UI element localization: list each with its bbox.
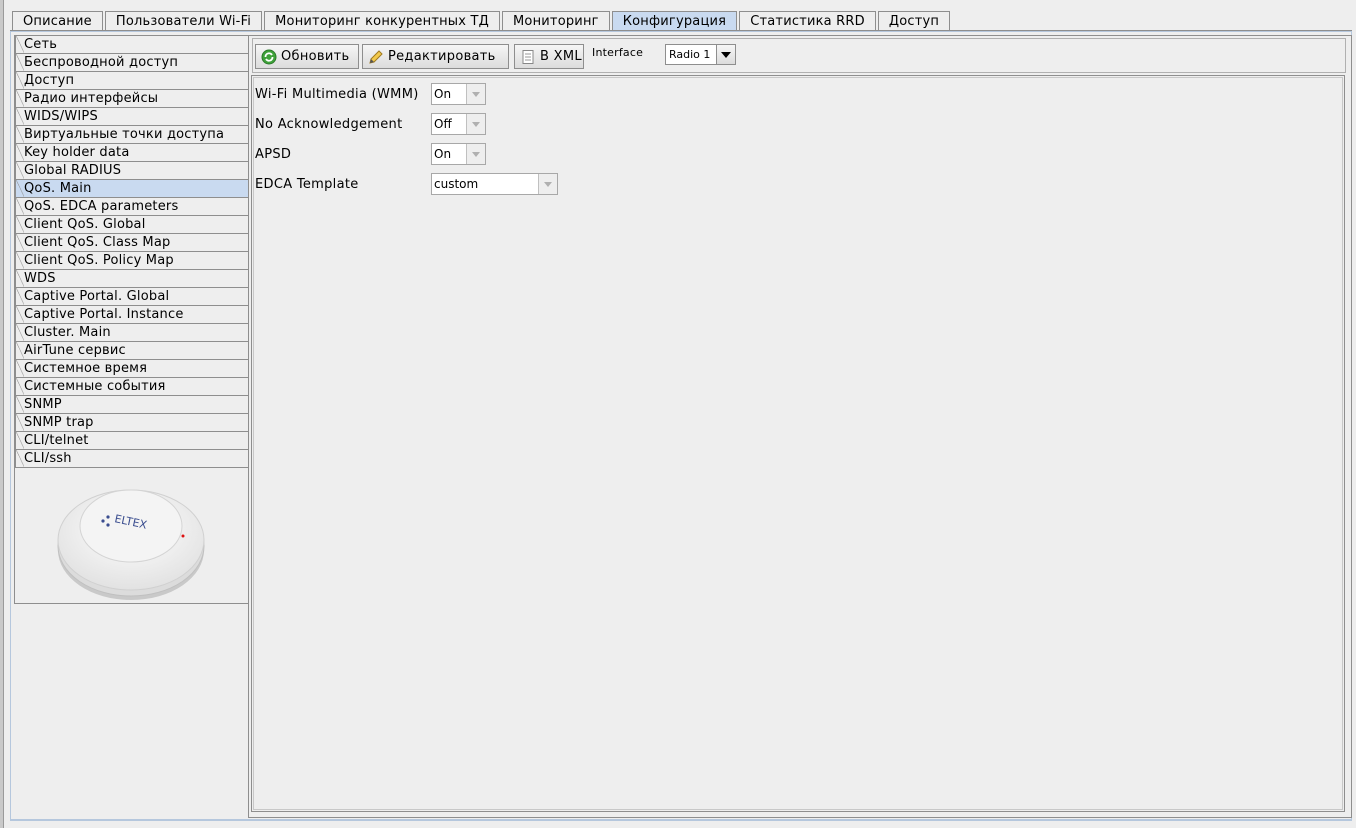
edit-button[interactable]: Редактировать (362, 44, 509, 69)
apsd-row: APSD On (255, 143, 486, 165)
sidebar-item-network[interactable]: Сеть (15, 36, 248, 54)
pencil-icon (368, 49, 384, 65)
apsd-select-value: On (432, 144, 467, 164)
wmm-row: Wi-Fi Multimedia (WMM) On (255, 83, 486, 105)
sidebar-item-snmp-trap[interactable]: SNMP trap (15, 414, 248, 432)
edca-template-select-value: custom (432, 174, 539, 194)
sidebar-item-captive-portal-global[interactable]: Captive Portal. Global (15, 288, 248, 306)
chevron-down-icon[interactable] (467, 144, 485, 164)
sidebar-item-qos-main[interactable]: QoS. Main (15, 180, 248, 198)
edit-button-label: Редактировать (388, 49, 496, 64)
chevron-down-icon[interactable] (467, 84, 485, 104)
sidebar-item-access[interactable]: Доступ (15, 72, 248, 90)
sidebar-item-system-time[interactable]: Системное время (15, 360, 248, 378)
sidebar-item-system-events[interactable]: Системные события (15, 378, 248, 396)
wmm-select-value: On (432, 84, 467, 104)
tab-wifi-users[interactable]: Пользователи Wi-Fi (104, 11, 263, 30)
sidebar-item-key-holder-data[interactable]: Key holder data (15, 144, 248, 162)
sidebar-item-wireless-access[interactable]: Беспроводной доступ (15, 54, 248, 72)
sidebar-item-captive-portal-instance[interactable]: Captive Portal. Instance (15, 306, 248, 324)
apsd-select[interactable]: On (431, 143, 486, 165)
refresh-button[interactable]: Обновить (255, 44, 359, 69)
sidebar-item-qos-edca[interactable]: QoS. EDCA parameters (15, 198, 248, 216)
chevron-down-icon[interactable] (467, 114, 485, 134)
sidebar-item-client-qos-policy-map[interactable]: Client QoS. Policy Map (15, 252, 248, 270)
edca-template-row: EDCA Template custom (255, 173, 558, 195)
tab-rrd-statistics[interactable]: Статистика RRD (739, 11, 876, 30)
toolbar: Обновить Редактировать В XML Interface R… (252, 38, 1346, 73)
refresh-icon (261, 49, 277, 65)
sidebar-item-radio-interfaces[interactable]: Радио интерфейсы (15, 90, 248, 108)
device-image: ELTEX (15, 470, 248, 603)
interface-label: Interface (592, 46, 644, 59)
to-xml-button[interactable]: В XML (514, 44, 584, 69)
sidebar-item-snmp[interactable]: SNMP (15, 396, 248, 414)
to-xml-button-label: В XML (540, 49, 582, 64)
sidebar-item-wids-wips[interactable]: WIDS/WIPS (15, 108, 248, 126)
sidebar: Сеть Беспроводной доступ Доступ Радио ин… (14, 35, 248, 604)
chevron-down-icon[interactable] (716, 45, 735, 64)
top-tabbar: Описание Пользователи Wi-Fi Мониторинг к… (12, 11, 952, 31)
edca-template-label: EDCA Template (255, 176, 359, 192)
interface-select[interactable]: Radio 1 (665, 44, 736, 65)
sidebar-item-wds[interactable]: WDS (15, 270, 248, 288)
tab-competitor-monitoring[interactable]: Мониторинг конкурентных ТД (264, 11, 500, 30)
wmm-select[interactable]: On (431, 83, 486, 105)
window-left-edge (0, 0, 4, 828)
sidebar-item-virtual-aps[interactable]: Виртуальные точки доступа (15, 126, 248, 144)
tab-access[interactable]: Доступ (877, 11, 951, 30)
refresh-button-label: Обновить (281, 49, 350, 64)
sidebar-item-global-radius[interactable]: Global RADIUS (15, 162, 248, 180)
no-ack-select-value: Off (432, 114, 467, 134)
no-ack-row: No Acknowledgement Off (255, 113, 486, 135)
chevron-down-icon[interactable] (539, 174, 557, 194)
apsd-label: APSD (255, 146, 292, 162)
interface-select-value: Radio 1 (669, 48, 711, 61)
sidebar-item-client-qos-global[interactable]: Client QoS. Global (15, 216, 248, 234)
sidebar-item-airtune[interactable]: AirTune сервис (15, 342, 248, 360)
tab-configuration[interactable]: Конфигурация (611, 11, 738, 30)
tab-monitoring[interactable]: Мониторинг (502, 11, 610, 30)
no-ack-select[interactable]: Off (431, 113, 486, 135)
sidebar-item-cli-telnet[interactable]: CLI/telnet (15, 432, 248, 450)
wmm-label: Wi-Fi Multimedia (WMM) (255, 86, 419, 102)
tab-description[interactable]: Описание (12, 11, 103, 30)
document-icon (520, 49, 536, 65)
no-ack-label: No Acknowledgement (255, 116, 403, 132)
sidebar-item-cluster-main[interactable]: Cluster. Main (15, 324, 248, 342)
sidebar-item-cli-ssh[interactable]: CLI/ssh (15, 450, 248, 468)
bottom-border (10, 820, 1352, 821)
sidebar-item-client-qos-class-map[interactable]: Client QoS. Class Map (15, 234, 248, 252)
edca-template-select[interactable]: custom (431, 173, 558, 195)
